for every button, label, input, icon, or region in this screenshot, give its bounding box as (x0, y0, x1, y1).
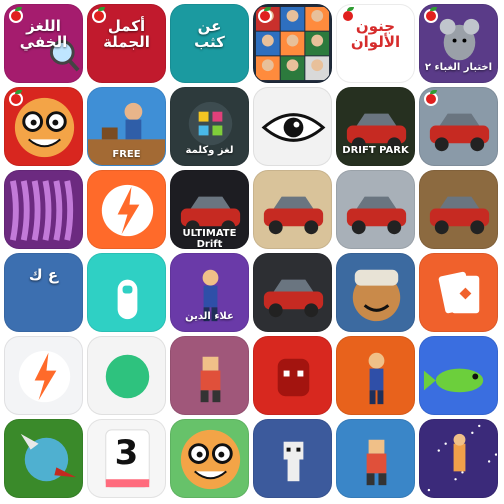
icon-text: ع ك (28, 266, 59, 284)
app-icon-tile[interactable] (419, 253, 498, 332)
apple-badge-icon (9, 9, 23, 23)
app-icon-tile[interactable] (336, 170, 415, 249)
app-icon-tile[interactable] (87, 336, 166, 415)
icon-text: 3 (114, 433, 139, 473)
app-icon-tile[interactable] (336, 253, 415, 332)
pixel-hero-icon (200, 356, 221, 403)
app-icon-tile[interactable] (419, 336, 498, 415)
icon-text: جنون الألوان (350, 17, 401, 51)
cards-icon (438, 271, 480, 314)
app-icon-tile[interactable] (253, 87, 332, 166)
lightning-icon (18, 350, 71, 403)
eye-icon (261, 113, 326, 142)
apple-badge-icon (92, 9, 106, 23)
app-icon-tile[interactable] (170, 419, 249, 498)
icon-text: عن كثب (194, 17, 225, 51)
app-icon-tile[interactable] (253, 253, 332, 332)
car-icon (429, 196, 490, 235)
app-icon-tile[interactable]: اختبار الغباء ٢ (419, 4, 498, 83)
brain-icon (9, 180, 74, 241)
lightning-icon (101, 184, 154, 237)
dot-icon (105, 354, 150, 399)
car-icon (263, 196, 324, 235)
icon-text: اختبار الغباء ٢ (424, 62, 493, 73)
pixel-hero-icon (366, 439, 387, 486)
app-icon-tile[interactable] (253, 336, 332, 415)
app-icon-tile[interactable]: أكمل الجملة (87, 4, 166, 83)
app-icon-tile[interactable]: ع ك (4, 253, 83, 332)
app-icon-tile[interactable] (87, 170, 166, 249)
app-icon-tile[interactable] (4, 170, 83, 249)
monster-icon (277, 358, 310, 397)
app-icon-tile[interactable]: اللغز الخفي (4, 4, 83, 83)
app-icon-tile[interactable] (4, 87, 83, 166)
robot-icon (283, 441, 304, 482)
icon-text: أكمل الجملة (103, 17, 150, 51)
car-icon (263, 279, 324, 318)
app-icon-tile[interactable] (253, 419, 332, 498)
finger-icon (117, 279, 138, 320)
app-icon-tile[interactable] (4, 336, 83, 415)
app-icon-tile[interactable] (253, 4, 332, 83)
app-icon-tile[interactable]: ULTIMATE Drift (170, 170, 249, 249)
app-icon-tile[interactable] (419, 419, 498, 498)
apple-badge-icon (341, 9, 355, 23)
app-icon-tile[interactable] (87, 253, 166, 332)
app-icon-tile[interactable] (336, 336, 415, 415)
app-icon-tile[interactable] (419, 87, 498, 166)
dragon-icon (20, 433, 77, 482)
app-icon-tile[interactable]: DRIFT PARK (336, 87, 415, 166)
app-icon-tile[interactable] (419, 170, 498, 249)
app-icon-tile[interactable]: علاء الدين (170, 253, 249, 332)
app-icon-tile[interactable] (170, 336, 249, 415)
app-icon-grid: اللغز الخفي أكمل الجملة عن كثب جنون الألوان… (0, 0, 504, 504)
fish-icon (423, 368, 484, 393)
app-icon-tile[interactable]: لغز وكلمة (170, 87, 249, 166)
apple-badge-icon (258, 9, 272, 23)
icon-text: DRIFT PARK (342, 145, 409, 156)
icon-text: لغز وكلمة (185, 145, 234, 156)
app-icon-tile[interactable] (253, 170, 332, 249)
space-icon (420, 420, 497, 492)
app-icon-tile[interactable]: FREE (87, 87, 166, 166)
app-icon-tile[interactable]: جنون الألوان (336, 4, 415, 83)
runner-icon (368, 352, 385, 405)
icon-text: علاء الدين (185, 311, 234, 322)
app-icon-tile[interactable]: 3 (87, 419, 166, 498)
apple-badge-icon (424, 9, 438, 23)
app-icon-tile[interactable] (4, 419, 83, 498)
icon-text: اللغز الخفي (19, 17, 68, 51)
apple-badge-icon (424, 92, 438, 106)
face-icon (180, 429, 241, 490)
apple-badge-icon (9, 92, 23, 106)
app-icon-tile[interactable]: عن كثب (170, 4, 249, 83)
warrior-icon (352, 269, 401, 322)
app-icon-tile[interactable] (336, 419, 415, 498)
icon-text: FREE (112, 149, 141, 160)
car-icon (346, 196, 407, 235)
icon-text: ULTIMATE Drift (182, 228, 237, 249)
